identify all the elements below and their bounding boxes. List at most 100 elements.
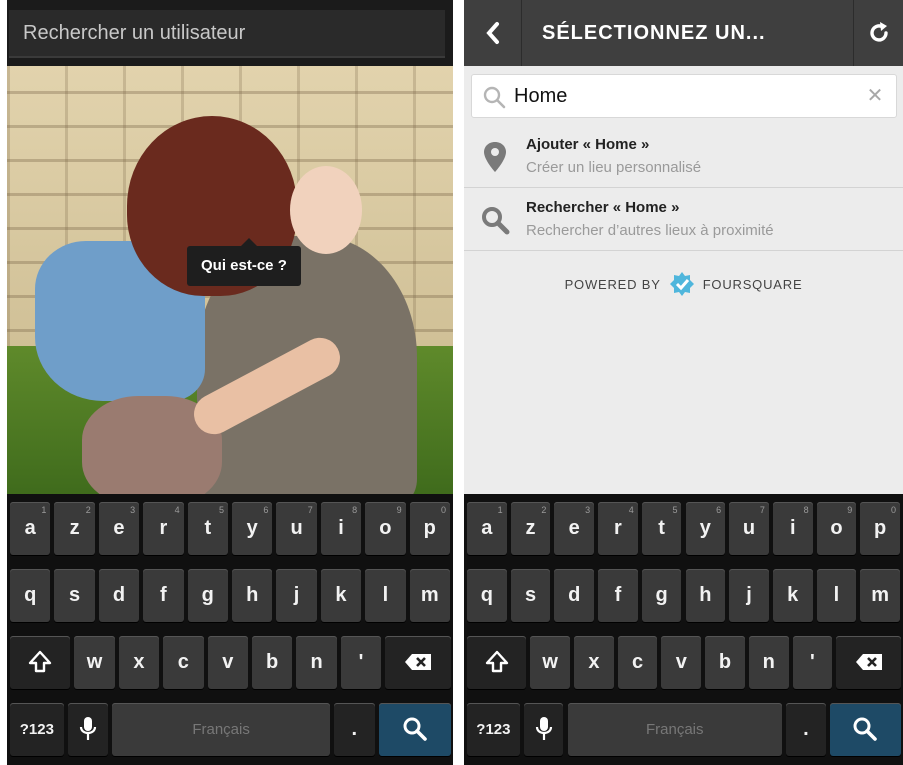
key-hint-label: 8 xyxy=(803,505,809,515)
key-f[interactable]: f xyxy=(598,569,638,622)
key-i[interactable]: i8 xyxy=(772,502,813,555)
key-u[interactable]: u7 xyxy=(729,502,769,555)
key-j[interactable]: j xyxy=(729,569,769,622)
back-button[interactable] xyxy=(464,0,522,66)
key-o[interactable]: o9 xyxy=(365,502,406,555)
who-is-this-tag[interactable]: Qui est-ce ? xyxy=(187,238,301,286)
key-label: f xyxy=(160,584,167,606)
key-t[interactable]: t5 xyxy=(187,502,228,555)
backspace-key[interactable] xyxy=(385,636,451,689)
shift-key[interactable] xyxy=(10,636,71,689)
backspace-key[interactable] xyxy=(836,636,901,689)
key-e[interactable]: e3 xyxy=(554,502,595,555)
key-j[interactable]: j xyxy=(276,569,317,622)
key-n[interactable]: n xyxy=(296,636,337,689)
key-i[interactable]: i8 xyxy=(320,502,362,555)
key-o[interactable]: o9 xyxy=(816,502,857,555)
key-p[interactable]: p0 xyxy=(409,502,450,555)
key-w[interactable]: w xyxy=(74,636,115,689)
key-r[interactable]: r4 xyxy=(143,502,184,555)
key-d[interactable]: d xyxy=(554,569,595,622)
key-l[interactable]: l xyxy=(365,569,406,622)
key-d[interactable]: d xyxy=(98,569,140,622)
key-apostrophe[interactable]: ' xyxy=(792,636,833,689)
key-u[interactable]: u7 xyxy=(276,502,317,555)
key-t[interactable]: t5 xyxy=(641,502,682,555)
backspace-icon xyxy=(855,654,882,670)
key-m[interactable]: m xyxy=(409,569,450,622)
key-c[interactable]: c xyxy=(163,636,204,689)
key-label: l xyxy=(382,584,389,606)
shift-key[interactable] xyxy=(467,636,527,689)
key-label: k xyxy=(335,584,347,606)
key-x[interactable]: x xyxy=(574,636,614,689)
key-label: r xyxy=(614,517,622,539)
key-g[interactable]: g xyxy=(187,569,228,622)
key-h[interactable]: h xyxy=(685,569,726,622)
key-p[interactable]: p0 xyxy=(860,502,900,555)
key-label: j xyxy=(746,584,752,606)
result-title: Ajouter « Home » xyxy=(526,136,650,153)
key-label: b xyxy=(718,651,732,673)
key-a[interactable]: a1 xyxy=(10,502,51,555)
key-label: w xyxy=(86,651,103,673)
key-l[interactable]: l xyxy=(816,569,857,622)
key-z[interactable]: z2 xyxy=(54,502,95,555)
key-w[interactable]: w xyxy=(530,636,571,689)
symbols-key[interactable]: ?123 xyxy=(10,703,64,756)
key-m[interactable]: m xyxy=(860,569,900,622)
key-hint-label: 7 xyxy=(759,505,765,515)
key-s[interactable]: s xyxy=(510,569,551,622)
clear-icon[interactable]: ✕ xyxy=(862,83,888,109)
key-b[interactable]: b xyxy=(705,636,745,689)
key-x[interactable]: x xyxy=(118,636,160,689)
search-icon xyxy=(482,207,510,235)
key-label: . xyxy=(351,718,358,740)
search-go-key[interactable] xyxy=(378,703,451,756)
key-apostrophe[interactable]: ' xyxy=(340,636,382,689)
place-search-input[interactable] xyxy=(514,75,854,117)
key-k[interactable]: k xyxy=(772,569,813,622)
key-v[interactable]: v xyxy=(661,636,702,689)
key-f[interactable]: f xyxy=(143,569,184,622)
powered-by-foursquare: POWERED BY FOURSQUARE xyxy=(464,272,903,296)
key-g[interactable]: g xyxy=(641,569,682,622)
key-c[interactable]: c xyxy=(617,636,658,689)
result-add-place[interactable]: Ajouter « Home » Créer un lieu personnal… xyxy=(464,126,903,188)
search-go-key[interactable] xyxy=(829,703,901,756)
result-search-nearby[interactable]: Rechercher « Home » Rechercher d’autres … xyxy=(464,189,903,251)
key-label: c xyxy=(177,651,189,673)
key-b[interactable]: b xyxy=(251,636,293,689)
photo[interactable]: Qui est-ce ? xyxy=(7,66,453,494)
key-label: m xyxy=(420,584,439,606)
key-q[interactable]: q xyxy=(467,569,507,622)
key-s[interactable]: s xyxy=(54,569,95,622)
key-a[interactable]: a1 xyxy=(467,502,507,555)
user-search-input[interactable] xyxy=(9,10,445,56)
refresh-button[interactable] xyxy=(853,0,903,66)
period-key[interactable]: . xyxy=(334,703,375,756)
microphone-key[interactable] xyxy=(523,703,564,756)
key-y[interactable]: y6 xyxy=(232,502,273,555)
space-key[interactable]: Français xyxy=(567,703,782,756)
key-k[interactable]: k xyxy=(320,569,362,622)
symbols-key[interactable]: ?123 xyxy=(467,703,520,756)
key-label: ?123 xyxy=(476,721,511,738)
key-hint-label: 1 xyxy=(41,505,47,515)
key-q[interactable]: q xyxy=(10,569,51,622)
key-e[interactable]: e3 xyxy=(98,502,140,555)
space-key[interactable]: Français xyxy=(112,703,331,756)
microphone-key[interactable] xyxy=(67,703,109,756)
key-label: ?123 xyxy=(19,721,54,738)
key-z[interactable]: z2 xyxy=(510,502,551,555)
key-h[interactable]: h xyxy=(232,569,273,622)
search-icon xyxy=(403,717,427,741)
user-search-field[interactable] xyxy=(9,10,445,58)
key-r[interactable]: r4 xyxy=(598,502,638,555)
place-search-field[interactable]: ✕ xyxy=(471,74,897,118)
key-n[interactable]: n xyxy=(748,636,789,689)
key-v[interactable]: v xyxy=(207,636,248,689)
key-label: q xyxy=(24,584,37,606)
period-key[interactable]: . xyxy=(786,703,826,756)
key-y[interactable]: y6 xyxy=(685,502,726,555)
